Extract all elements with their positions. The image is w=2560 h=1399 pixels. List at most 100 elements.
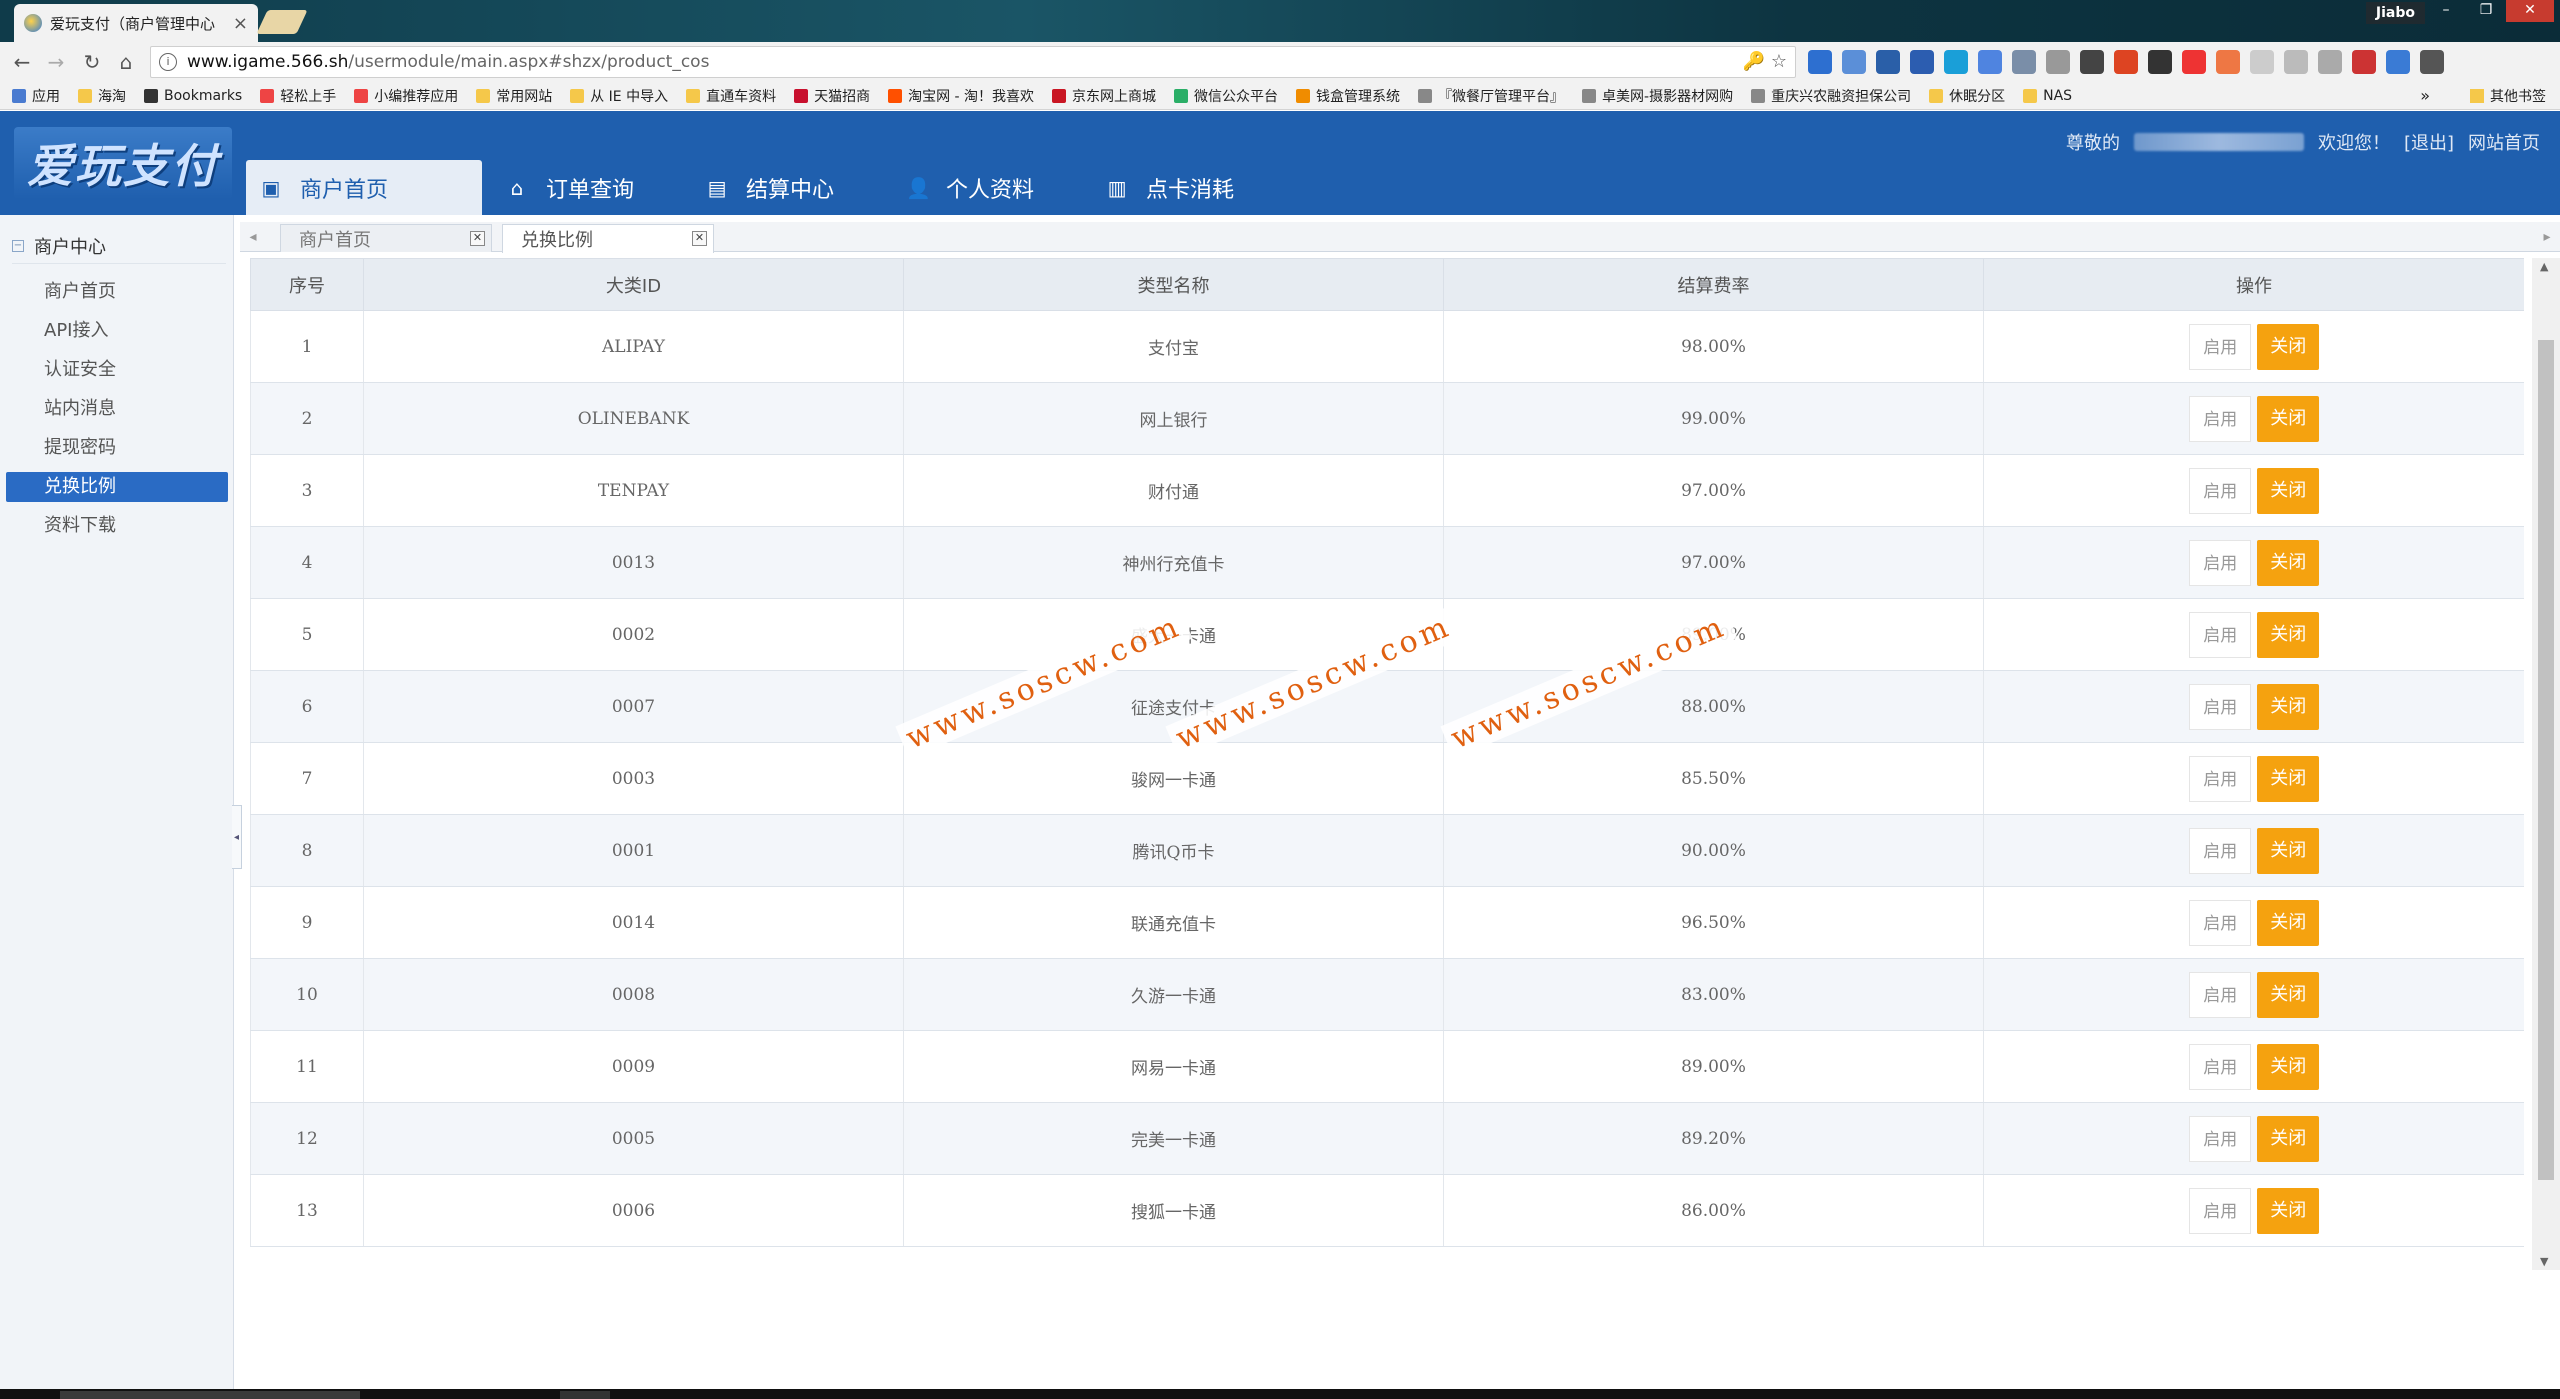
profile-name[interactable]: Jiabo [2365,2,2425,24]
nav-item-5[interactable]: ▥ 点卡消耗 [1082,160,1258,215]
sidebar-item[interactable]: 兑换比例 [6,472,228,502]
sidebar-header[interactable]: − 商户中心 [12,233,106,259]
minimize-button[interactable]: – [2426,0,2466,22]
extension-icon[interactable] [2046,50,2070,74]
extension-icon[interactable] [2114,50,2138,74]
disable-button[interactable]: 关闭 [2257,611,2320,658]
bookmark-item[interactable]: Bookmarks [144,88,242,104]
enable-button[interactable]: 启用 [2189,899,2252,946]
nav-item-2[interactable]: ⌂ 订单查询 [482,160,658,215]
extension-icon[interactable] [2250,50,2274,74]
reload-icon[interactable]: ↻ [80,50,104,74]
bookmark-item[interactable]: 常用网站 [476,86,552,106]
enable-button[interactable]: 启用 [2189,1187,2252,1234]
extension-icon[interactable] [2352,50,2376,74]
adblock-icon[interactable] [2182,50,2206,74]
tab-exchange-ratio[interactable]: 兑换比例 ✕ [502,224,714,253]
bookmark-item[interactable]: 京东网上商城 [1052,86,1156,106]
sidebar-item[interactable]: 认证安全 [6,355,228,385]
extension-icon[interactable] [1944,50,1968,74]
enable-button[interactable]: 启用 [2189,395,2252,442]
disable-button[interactable]: 关闭 [2257,755,2320,802]
enable-button[interactable]: 启用 [2189,683,2252,730]
sidebar-item[interactable]: 提现密码 [6,433,228,463]
taskbar-item[interactable] [60,1391,360,1399]
extension-icon[interactable] [2284,50,2308,74]
tab-close-icon[interactable]: ✕ [470,231,485,246]
logout-link[interactable]: [退出] [2404,129,2454,155]
address-bar[interactable]: i www.igame.566.sh/usermodule/main.aspx#… [150,46,1796,78]
enable-button[interactable]: 启用 [2189,1115,2252,1162]
menu-icon[interactable] [2420,50,2444,74]
disable-button[interactable]: 关闭 [2257,395,2320,442]
other-bookmarks[interactable]: 其他书签 [2470,82,2546,109]
nav-item-4[interactable]: 👤 个人资料 [882,160,1058,215]
logo[interactable]: 爱玩支付 [14,127,232,199]
bookmark-item[interactable]: NAS [2023,88,2072,104]
extension-icon[interactable] [2012,50,2036,74]
bookmark-item[interactable]: 轻松上手 [260,86,336,106]
vertical-scrollbar[interactable]: ▲ ▼ [2532,258,2560,1270]
extension-icon[interactable] [2080,50,2104,74]
home-icon[interactable]: ⌂ [114,50,138,74]
disable-button[interactable]: 关闭 [2257,1115,2320,1162]
disable-button[interactable]: 关闭 [2257,827,2320,874]
extension-icon[interactable] [1978,50,2002,74]
bookmark-item[interactable]: 钱盒管理系统 [1296,86,1400,106]
enable-button[interactable]: 启用 [2189,539,2252,586]
taskbar-item[interactable] [560,1391,610,1399]
bookmark-item[interactable]: 从 IE 中导入 [570,86,668,106]
disable-button[interactable]: 关闭 [2257,899,2320,946]
sidebar-item[interactable]: 资料下载 [6,511,228,541]
bookmark-item[interactable]: 淘宝网 - 淘！我喜欢 [888,86,1034,106]
disable-button[interactable]: 关闭 [2257,1187,2320,1234]
bookmark-item[interactable]: 天猫招商 [794,86,870,106]
forward-arrow-icon[interactable]: → [44,50,68,74]
extension-icon[interactable] [1910,50,1934,74]
tab-scroll-right-icon[interactable]: ▸ [2538,226,2556,248]
enable-button[interactable]: 启用 [2189,755,2252,802]
browser-tab[interactable]: 爱玩支付（商户管理中心 × [14,4,258,42]
sidebar-item[interactable]: 商户首页 [6,277,228,307]
enable-button[interactable]: 启用 [2189,467,2252,514]
extension-icon[interactable] [1876,50,1900,74]
extension-icon[interactable] [2318,50,2342,74]
bookmark-item[interactable]: 卓美网-摄影器材网购 [1582,86,1733,106]
bookmarks-overflow-icon[interactable]: » [2420,86,2430,105]
enable-button[interactable]: 启用 [2189,971,2252,1018]
bookmark-item[interactable]: 重庆兴农融资担保公司 [1751,86,1911,106]
sidebar-collapse-handle[interactable]: ◂ [232,805,242,869]
site-home-link[interactable]: 网站首页 [2468,129,2540,155]
bookmark-item[interactable]: 小编推荐应用 [354,86,458,106]
nav-item-1[interactable]: ▣ 商户首页 [246,160,482,215]
extension-icon[interactable] [2216,50,2240,74]
disable-button[interactable]: 关闭 [2257,1043,2320,1090]
tab-merchant-home[interactable]: 商户首页 ✕ [280,224,492,252]
nav-item-3[interactable]: ▤ 结算中心 [682,160,858,215]
extension-icon[interactable] [2148,50,2172,74]
back-arrow-icon[interactable]: ← [10,50,34,74]
extension-icon[interactable] [1842,50,1866,74]
bookmark-star-icon[interactable]: 🔑 ☆ [1743,51,1787,72]
tab-scroll-left-icon[interactable]: ◂ [244,226,262,248]
sidebar-item[interactable]: 站内消息 [6,394,228,424]
bookmark-item[interactable]: 『微餐厅管理平台』 [1418,86,1564,106]
scroll-down-icon[interactable]: ▼ [2540,1255,2548,1268]
extension-icon[interactable] [1808,50,1832,74]
enable-button[interactable]: 启用 [2189,827,2252,874]
extension-icon[interactable] [2386,50,2410,74]
disable-button[interactable]: 关闭 [2257,539,2320,586]
window-close-button[interactable]: ✕ [2506,0,2554,22]
new-tab-button[interactable] [256,10,308,34]
bookmark-item[interactable]: 直通车资料 [686,86,776,106]
enable-button[interactable]: 启用 [2189,611,2252,658]
scroll-up-icon[interactable]: ▲ [2540,260,2548,273]
bookmark-item[interactable]: 应用 [12,86,60,106]
bookmark-item[interactable]: 海淘 [78,86,126,106]
disable-button[interactable]: 关闭 [2257,971,2320,1018]
sidebar-item[interactable]: API接入 [6,316,228,346]
maximize-button[interactable]: ❐ [2466,0,2506,22]
disable-button[interactable]: 关闭 [2257,683,2320,730]
scroll-thumb[interactable] [2538,340,2554,1180]
disable-button[interactable]: 关闭 [2257,467,2320,514]
